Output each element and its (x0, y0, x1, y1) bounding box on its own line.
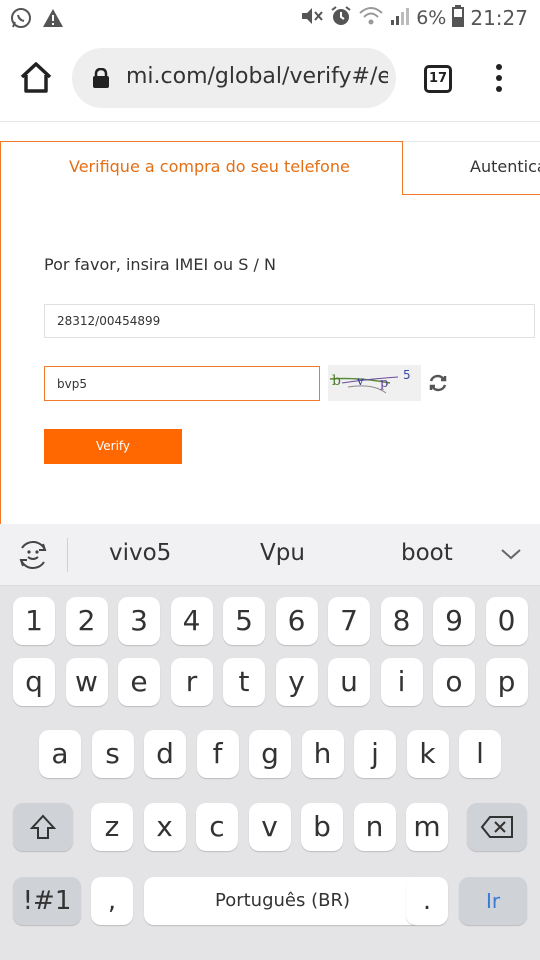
browser-toolbar: mi.com/global/verify#/e 17 (0, 36, 540, 122)
key-y[interactable]: y (275, 658, 318, 706)
key-9[interactable]: 9 (433, 597, 475, 645)
mute-icon (300, 5, 324, 31)
tab-authenticate-label: Autentica (470, 157, 540, 176)
shift-icon (29, 814, 57, 839)
captcha-input[interactable]: bvp5 (44, 366, 320, 401)
suggestion-1[interactable]: vivo5 (109, 540, 171, 566)
key-p[interactable]: p (485, 658, 528, 706)
suggestion-2[interactable]: Vpu (260, 540, 305, 566)
captcha-char: 5 (403, 368, 411, 382)
key-2[interactable]: 2 (65, 597, 108, 645)
tab-authenticate[interactable]: Autentica (403, 141, 540, 195)
key-w[interactable]: w (65, 658, 108, 706)
key-l[interactable]: l (459, 730, 501, 778)
home-icon (20, 62, 52, 93)
key-q[interactable]: q (13, 658, 55, 706)
captcha-char: p (380, 376, 388, 391)
key-0[interactable]: 0 (485, 597, 528, 645)
refresh-captcha-button[interactable] (428, 373, 448, 393)
key-b[interactable]: b (301, 803, 343, 851)
emoji-toggle-button[interactable] (16, 538, 50, 572)
key-m[interactable]: m (406, 803, 448, 851)
period-key[interactable]: . (406, 877, 448, 925)
key-n[interactable]: n (353, 803, 396, 851)
key-j[interactable]: j (354, 730, 396, 778)
status-bar: 6% 21:27 (0, 0, 540, 36)
key-1[interactable]: 1 (13, 597, 55, 645)
refresh-icon (429, 374, 447, 392)
key-k[interactable]: k (406, 730, 449, 778)
suggestion-3[interactable]: boot (401, 540, 453, 566)
url-text: mi.com/global/verify#/e (126, 64, 388, 89)
alarm-icon (330, 5, 352, 31)
imei-prompt: Por favor, insira IMEI ou S / N (44, 255, 276, 274)
signal-icon (390, 6, 410, 30)
content-left-border (0, 194, 1, 524)
whatsapp-icon (10, 7, 32, 33)
key-8[interactable]: 8 (380, 597, 423, 645)
captcha-input-value: bvp5 (57, 377, 87, 391)
shift-key[interactable] (13, 803, 73, 851)
suggestion-bar: vivo5 Vpu boot (0, 524, 540, 586)
key-i[interactable]: i (380, 658, 423, 706)
smiley-sync-icon (19, 541, 47, 569)
backspace-icon (480, 816, 513, 838)
backspace-key[interactable] (467, 803, 527, 851)
key-f[interactable]: f (196, 730, 239, 778)
key-v[interactable]: v (248, 803, 291, 851)
key-g[interactable]: g (249, 730, 291, 778)
tab-switcher-button[interactable]: 17 (424, 65, 452, 93)
tab-verify-purchase[interactable]: Verifique a compra do seu telefone (0, 141, 403, 195)
captcha-char: v (356, 374, 364, 388)
key-s[interactable]: s (91, 730, 134, 778)
key-7[interactable]: 7 (328, 597, 370, 645)
onscreen-keyboard: vivo5 Vpu boot 1234567890 qwertyuiop asdfg… (0, 524, 540, 960)
space-key[interactable]: Português (BR) (144, 877, 421, 925)
lock-icon (92, 67, 110, 88)
key-6[interactable]: 6 (275, 597, 318, 645)
key-e[interactable]: e (118, 658, 160, 706)
key-a[interactable]: a (39, 730, 81, 778)
web-page: Verifique a compra do seu telefone Auten… (0, 122, 540, 524)
clock: 21:27 (470, 6, 528, 30)
tab-verify-purchase-label: Verifique a compra do seu telefone (69, 157, 350, 176)
go-key[interactable]: Ir (459, 877, 527, 925)
more-menu-button[interactable] (494, 64, 504, 94)
verify-button[interactable]: Verify (44, 429, 182, 464)
comma-key[interactable]: , (91, 877, 133, 925)
more-dot (496, 75, 502, 81)
key-r[interactable]: r (170, 658, 213, 706)
expand-suggestions-button[interactable] (500, 544, 522, 564)
key-u[interactable]: u (328, 658, 370, 706)
captcha-image: b v p 5 (328, 365, 421, 401)
address-bar[interactable]: mi.com/global/verify#/e (72, 48, 396, 108)
key-t[interactable]: t (223, 658, 265, 706)
battery-percent: 6% (416, 7, 447, 29)
key-h[interactable]: h (301, 730, 344, 778)
battery-icon (452, 5, 465, 31)
key-4[interactable]: 4 (170, 597, 213, 645)
symbols-key[interactable]: !#1 (13, 877, 81, 925)
key-5[interactable]: 5 (223, 597, 265, 645)
wifi-icon (358, 5, 384, 31)
more-dot (496, 86, 502, 92)
key-3[interactable]: 3 (118, 597, 160, 645)
key-o[interactable]: o (433, 658, 475, 706)
key-z[interactable]: z (91, 803, 133, 851)
imei-input[interactable]: 28312/00454899 (44, 304, 535, 338)
home-button[interactable] (18, 60, 54, 96)
warning-icon (42, 8, 64, 32)
key-x[interactable]: x (143, 803, 186, 851)
more-dot (496, 64, 502, 70)
key-d[interactable]: d (144, 730, 186, 778)
key-c[interactable]: c (196, 803, 238, 851)
chevron-down-icon (501, 549, 521, 560)
suggestion-divider (67, 538, 68, 572)
captcha-char: b (332, 373, 341, 389)
